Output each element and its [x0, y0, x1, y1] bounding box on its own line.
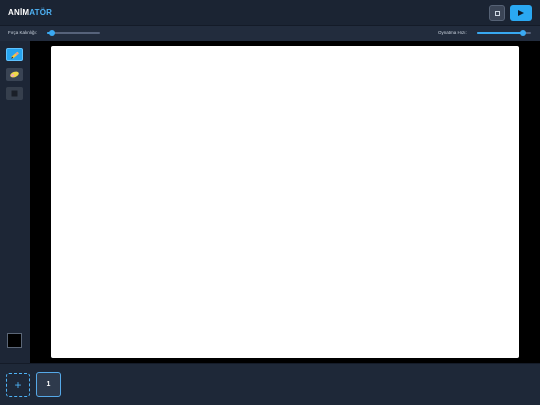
fill-tool-button[interactable]	[6, 87, 23, 100]
pencil-tool-button[interactable]	[6, 48, 23, 61]
frame-timeline: + 1	[0, 363, 540, 405]
logo-text-accent: ATÖR	[29, 8, 53, 17]
brush-size-slider[interactable]	[47, 30, 100, 36]
playback-speed-fill	[477, 32, 523, 34]
pencil-icon	[10, 51, 19, 59]
stop-button[interactable]	[489, 5, 505, 21]
eraser-icon	[10, 71, 19, 78]
playback-speed-label: Oynatma Hızı:	[438, 30, 467, 35]
frame-thumbnail[interactable]: 1	[36, 372, 61, 397]
brush-size-label: Fırça Kalınlığı:	[8, 30, 38, 35]
drawing-canvas[interactable]	[51, 46, 519, 358]
paint-bucket-icon	[11, 90, 17, 97]
logo-text-primary: ANİM	[8, 8, 30, 17]
app-logo: ANİM ATÖR	[8, 8, 52, 17]
play-button[interactable]	[510, 5, 532, 21]
playback-speed-handle[interactable]	[519, 30, 526, 36]
settings-toolbar: Fırça Kalınlığı: Oynatma Hızı:	[0, 26, 540, 41]
current-color-swatch[interactable]	[7, 333, 22, 348]
playback-speed-slider[interactable]	[477, 30, 531, 36]
play-icon	[518, 10, 524, 16]
app-header: ANİM ATÖR	[0, 0, 540, 26]
add-frame-button[interactable]: +	[6, 373, 30, 397]
canvas-stage	[30, 41, 540, 363]
tool-panel	[0, 41, 30, 363]
eraser-tool-button[interactable]	[6, 68, 23, 81]
stop-icon	[494, 10, 500, 16]
brush-size-handle[interactable]	[49, 30, 56, 36]
